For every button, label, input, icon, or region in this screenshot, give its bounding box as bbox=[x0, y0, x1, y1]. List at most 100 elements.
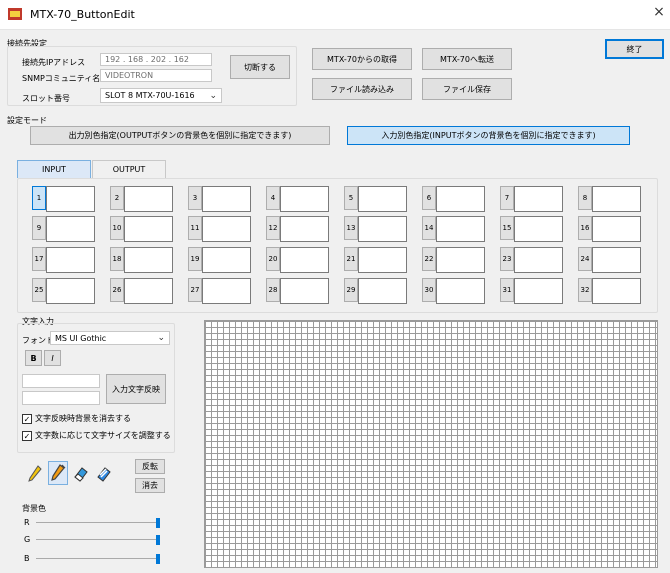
button-number[interactable]: 9 bbox=[32, 216, 46, 240]
button-number[interactable]: 32 bbox=[578, 278, 592, 302]
pen-tool[interactable] bbox=[48, 461, 68, 485]
button-number[interactable]: 5 bbox=[344, 186, 358, 210]
button-cell-8[interactable]: 8 bbox=[578, 186, 641, 212]
button-preview[interactable] bbox=[358, 278, 407, 304]
checkbox-box[interactable]: ✓ bbox=[22, 413, 32, 424]
tab-output[interactable]: OUTPUT bbox=[92, 160, 166, 178]
button-preview[interactable] bbox=[46, 216, 95, 242]
blue-slider[interactable] bbox=[36, 553, 164, 565]
button-cell-19[interactable]: 19 bbox=[188, 247, 251, 273]
input-color-mode-button[interactable]: 入力別色指定(INPUTボタンの背景色を個別に指定できます) bbox=[347, 126, 630, 145]
button-cell-7[interactable]: 7 bbox=[500, 186, 563, 212]
ip-address-field[interactable]: 192 . 168 . 202 . 162 bbox=[100, 53, 212, 66]
button-preview[interactable] bbox=[436, 186, 485, 212]
button-preview[interactable] bbox=[436, 216, 485, 242]
button-preview[interactable] bbox=[514, 247, 563, 273]
bold-button[interactable]: B bbox=[25, 350, 42, 366]
button-preview[interactable] bbox=[280, 186, 329, 212]
pencil-tool[interactable] bbox=[25, 462, 45, 486]
button-number[interactable]: 12 bbox=[266, 216, 280, 240]
button-cell-10[interactable]: 10 bbox=[110, 216, 173, 242]
button-number[interactable]: 17 bbox=[32, 247, 46, 271]
button-cell-29[interactable]: 29 bbox=[344, 278, 407, 304]
button-number[interactable]: 4 bbox=[266, 186, 280, 210]
slider-thumb[interactable] bbox=[156, 554, 160, 564]
button-number[interactable]: 21 bbox=[344, 247, 358, 271]
button-preview[interactable] bbox=[46, 247, 95, 273]
button-number[interactable]: 14 bbox=[422, 216, 436, 240]
close-icon[interactable]: × bbox=[650, 4, 668, 22]
button-preview[interactable] bbox=[592, 278, 641, 304]
button-number[interactable]: 1 bbox=[32, 186, 46, 210]
button-preview[interactable] bbox=[592, 247, 641, 273]
slot-select[interactable]: SLOT 8 MTX-70U-1616 ⌄ bbox=[100, 88, 222, 103]
button-preview[interactable] bbox=[202, 247, 251, 273]
button-number[interactable]: 15 bbox=[500, 216, 514, 240]
apply-text-button[interactable]: 入力文字反映 bbox=[106, 374, 166, 404]
button-preview[interactable] bbox=[592, 216, 641, 242]
tab-input[interactable]: INPUT bbox=[17, 160, 91, 178]
invert-button[interactable]: 反転 bbox=[135, 459, 165, 474]
clear-canvas-button[interactable]: 消去 bbox=[135, 478, 165, 493]
button-cell-5[interactable]: 5 bbox=[344, 186, 407, 212]
button-cell-31[interactable]: 31 bbox=[500, 278, 563, 304]
button-cell-11[interactable]: 11 bbox=[188, 216, 251, 242]
button-cell-18[interactable]: 18 bbox=[110, 247, 173, 273]
autosize-checkbox[interactable]: ✓ 文字数に応じて文字サイズを調整する bbox=[22, 430, 171, 441]
text-line-1-input[interactable] bbox=[22, 374, 100, 388]
fetch-from-device-button[interactable]: MTX-70からの取得 bbox=[312, 48, 412, 70]
button-cell-2[interactable]: 2 bbox=[110, 186, 173, 212]
button-cell-3[interactable]: 3 bbox=[188, 186, 251, 212]
button-cell-14[interactable]: 14 bbox=[422, 216, 485, 242]
button-cell-30[interactable]: 30 bbox=[422, 278, 485, 304]
button-preview[interactable] bbox=[202, 186, 251, 212]
save-file-button[interactable]: ファイル保存 bbox=[422, 78, 512, 100]
button-cell-16[interactable]: 16 bbox=[578, 216, 641, 242]
button-cell-21[interactable]: 21 bbox=[344, 247, 407, 273]
button-number[interactable]: 2 bbox=[110, 186, 124, 210]
red-slider[interactable] bbox=[36, 517, 164, 529]
disconnect-button[interactable]: 切断する bbox=[230, 55, 290, 79]
button-preview[interactable] bbox=[358, 216, 407, 242]
button-number[interactable]: 6 bbox=[422, 186, 436, 210]
transfer-to-device-button[interactable]: MTX-70へ転送 bbox=[422, 48, 512, 70]
button-number[interactable]: 29 bbox=[344, 278, 358, 302]
button-cell-20[interactable]: 20 bbox=[266, 247, 329, 273]
button-preview[interactable] bbox=[124, 186, 173, 212]
pixel-edit-canvas[interactable] bbox=[204, 320, 658, 568]
button-cell-25[interactable]: 25 bbox=[32, 278, 95, 304]
checkbox-box[interactable]: ✓ bbox=[22, 430, 32, 441]
button-preview[interactable] bbox=[46, 278, 95, 304]
button-preview[interactable] bbox=[280, 216, 329, 242]
italic-button[interactable]: I bbox=[44, 350, 61, 366]
slider-thumb[interactable] bbox=[156, 535, 160, 545]
button-number[interactable]: 3 bbox=[188, 186, 202, 210]
output-color-mode-button[interactable]: 出力別色指定(OUTPUTボタンの背景色を個別に指定できます) bbox=[30, 126, 330, 145]
button-preview[interactable] bbox=[124, 247, 173, 273]
button-preview[interactable] bbox=[46, 186, 95, 212]
button-preview[interactable] bbox=[124, 278, 173, 304]
button-cell-1[interactable]: 1 bbox=[32, 186, 95, 212]
button-number[interactable]: 31 bbox=[500, 278, 514, 302]
text-line-2-input[interactable] bbox=[22, 391, 100, 405]
button-cell-23[interactable]: 23 bbox=[500, 247, 563, 273]
button-number[interactable]: 7 bbox=[500, 186, 514, 210]
button-cell-15[interactable]: 15 bbox=[500, 216, 563, 242]
button-number[interactable]: 30 bbox=[422, 278, 436, 302]
button-cell-13[interactable]: 13 bbox=[344, 216, 407, 242]
button-preview[interactable] bbox=[514, 278, 563, 304]
button-preview[interactable] bbox=[514, 186, 563, 212]
eraser-tool[interactable] bbox=[71, 462, 91, 486]
button-cell-26[interactable]: 26 bbox=[110, 278, 173, 304]
snmp-community-field[interactable]: VIDEOTRON bbox=[100, 69, 212, 82]
button-number[interactable]: 8 bbox=[578, 186, 592, 210]
button-preview[interactable] bbox=[358, 247, 407, 273]
green-slider[interactable] bbox=[36, 534, 164, 546]
button-preview[interactable] bbox=[358, 186, 407, 212]
slider-thumb[interactable] bbox=[156, 518, 160, 528]
button-preview[interactable] bbox=[280, 278, 329, 304]
button-preview[interactable] bbox=[202, 216, 251, 242]
button-cell-28[interactable]: 28 bbox=[266, 278, 329, 304]
font-select[interactable]: MS UI Gothic ⌄ bbox=[50, 331, 170, 345]
button-cell-6[interactable]: 6 bbox=[422, 186, 485, 212]
